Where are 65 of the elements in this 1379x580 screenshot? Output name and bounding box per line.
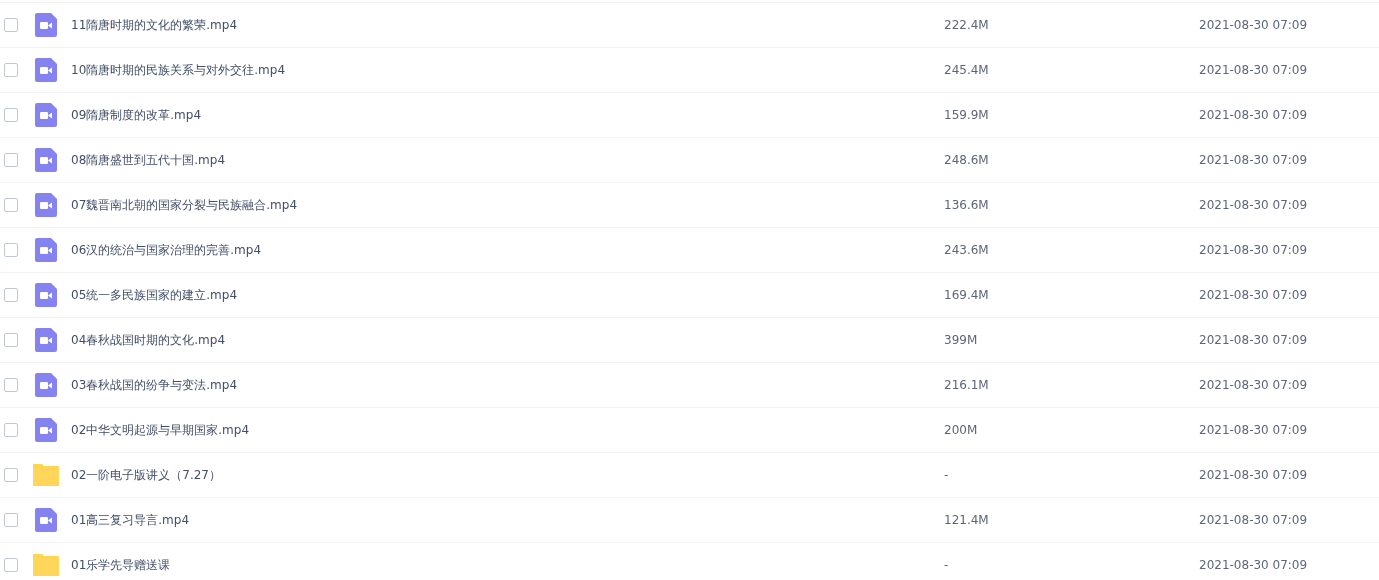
file-size: 243.6M (944, 243, 990, 257)
modified-date: 2021-08-30 07:09 (1199, 513, 1308, 527)
file-name[interactable]: 07魏晋南北朝的国家分裂与民族融合.mp4 (71, 196, 944, 214)
video-file-icon (35, 508, 57, 532)
modified-date: 2021-08-30 07:09 (1199, 18, 1308, 32)
file-size: 136.6M (944, 198, 990, 212)
checkbox[interactable] (4, 468, 18, 482)
file-name[interactable]: 10隋唐时期的民族关系与对外交往.mp4 (71, 61, 944, 79)
video-file-icon (35, 373, 57, 397)
file-name[interactable]: 06汉的统治与国家治理的完善.mp4 (71, 241, 944, 259)
file-name[interactable]: 09隋唐制度的改革.mp4 (71, 106, 944, 124)
checkbox[interactable] (4, 288, 18, 302)
video-file-icon (35, 193, 57, 217)
file-name[interactable]: 11隋唐时期的文化的繁荣.mp4 (71, 16, 944, 34)
modified-date: 2021-08-30 07:09 (1199, 468, 1308, 482)
checkbox[interactable] (4, 513, 18, 527)
file-name[interactable]: 01乐学先导赠送课 (71, 556, 944, 574)
video-file-icon (35, 103, 57, 127)
checkbox[interactable] (4, 333, 18, 347)
video-file-icon (35, 58, 57, 82)
checkbox[interactable] (4, 558, 18, 572)
checkbox[interactable] (4, 63, 18, 77)
modified-date: 2021-08-30 07:09 (1199, 288, 1308, 302)
video-file-icon (35, 13, 57, 37)
checkbox[interactable] (4, 243, 18, 257)
checkbox[interactable] (4, 18, 18, 32)
video-file-icon (35, 148, 57, 172)
file-size: - (944, 468, 950, 482)
file-name[interactable]: 03春秋战国的纷争与变法.mp4 (71, 376, 944, 394)
modified-date: 2021-08-30 07:09 (1199, 378, 1308, 392)
file-size: 169.4M (944, 288, 990, 302)
file-name[interactable]: 04春秋战国时期的文化.mp4 (71, 331, 944, 349)
file-size: 248.6M (944, 153, 990, 167)
file-size: 222.4M (944, 18, 990, 32)
modified-date: 2021-08-30 07:09 (1199, 153, 1308, 167)
file-size: 399M (944, 333, 979, 347)
checkbox[interactable] (4, 423, 18, 437)
checkbox[interactable] (4, 378, 18, 392)
modified-date: 2021-08-30 07:09 (1199, 558, 1308, 572)
modified-date: 2021-08-30 07:09 (1199, 108, 1308, 122)
folder-icon (33, 464, 59, 486)
checkbox[interactable] (4, 108, 18, 122)
file-size: 216.1M (944, 378, 990, 392)
file-size: - (944, 558, 950, 572)
modified-date: 2021-08-30 07:09 (1199, 243, 1308, 257)
file-size: 159.9M (944, 108, 990, 122)
video-file-icon (35, 328, 57, 352)
video-file-icon (35, 238, 57, 262)
file-size: 200M (944, 423, 979, 437)
file-name[interactable]: 02中华文明起源与早期国家.mp4 (71, 421, 944, 439)
checkbox[interactable] (4, 198, 18, 212)
checkbox[interactable] (4, 153, 18, 167)
file-name[interactable]: 02一阶电子版讲义（7.27） (71, 466, 944, 484)
video-file-icon (35, 418, 57, 442)
file-name[interactable]: 08隋唐盛世到五代十国.mp4 (71, 151, 944, 169)
file-size: 245.4M (944, 63, 990, 77)
modified-date: 2021-08-30 07:09 (1199, 63, 1308, 77)
modified-date: 2021-08-30 07:09 (1199, 198, 1308, 212)
modified-date: 2021-08-30 07:09 (1199, 423, 1308, 437)
file-name[interactable]: 05统一多民族国家的建立.mp4 (71, 286, 944, 304)
file-name[interactable]: 01高三复习导言.mp4 (71, 511, 944, 529)
modified-date: 2021-08-30 07:09 (1199, 333, 1308, 347)
folder-icon (33, 554, 59, 576)
file-size: 121.4M (944, 513, 990, 527)
video-file-icon (35, 283, 57, 307)
